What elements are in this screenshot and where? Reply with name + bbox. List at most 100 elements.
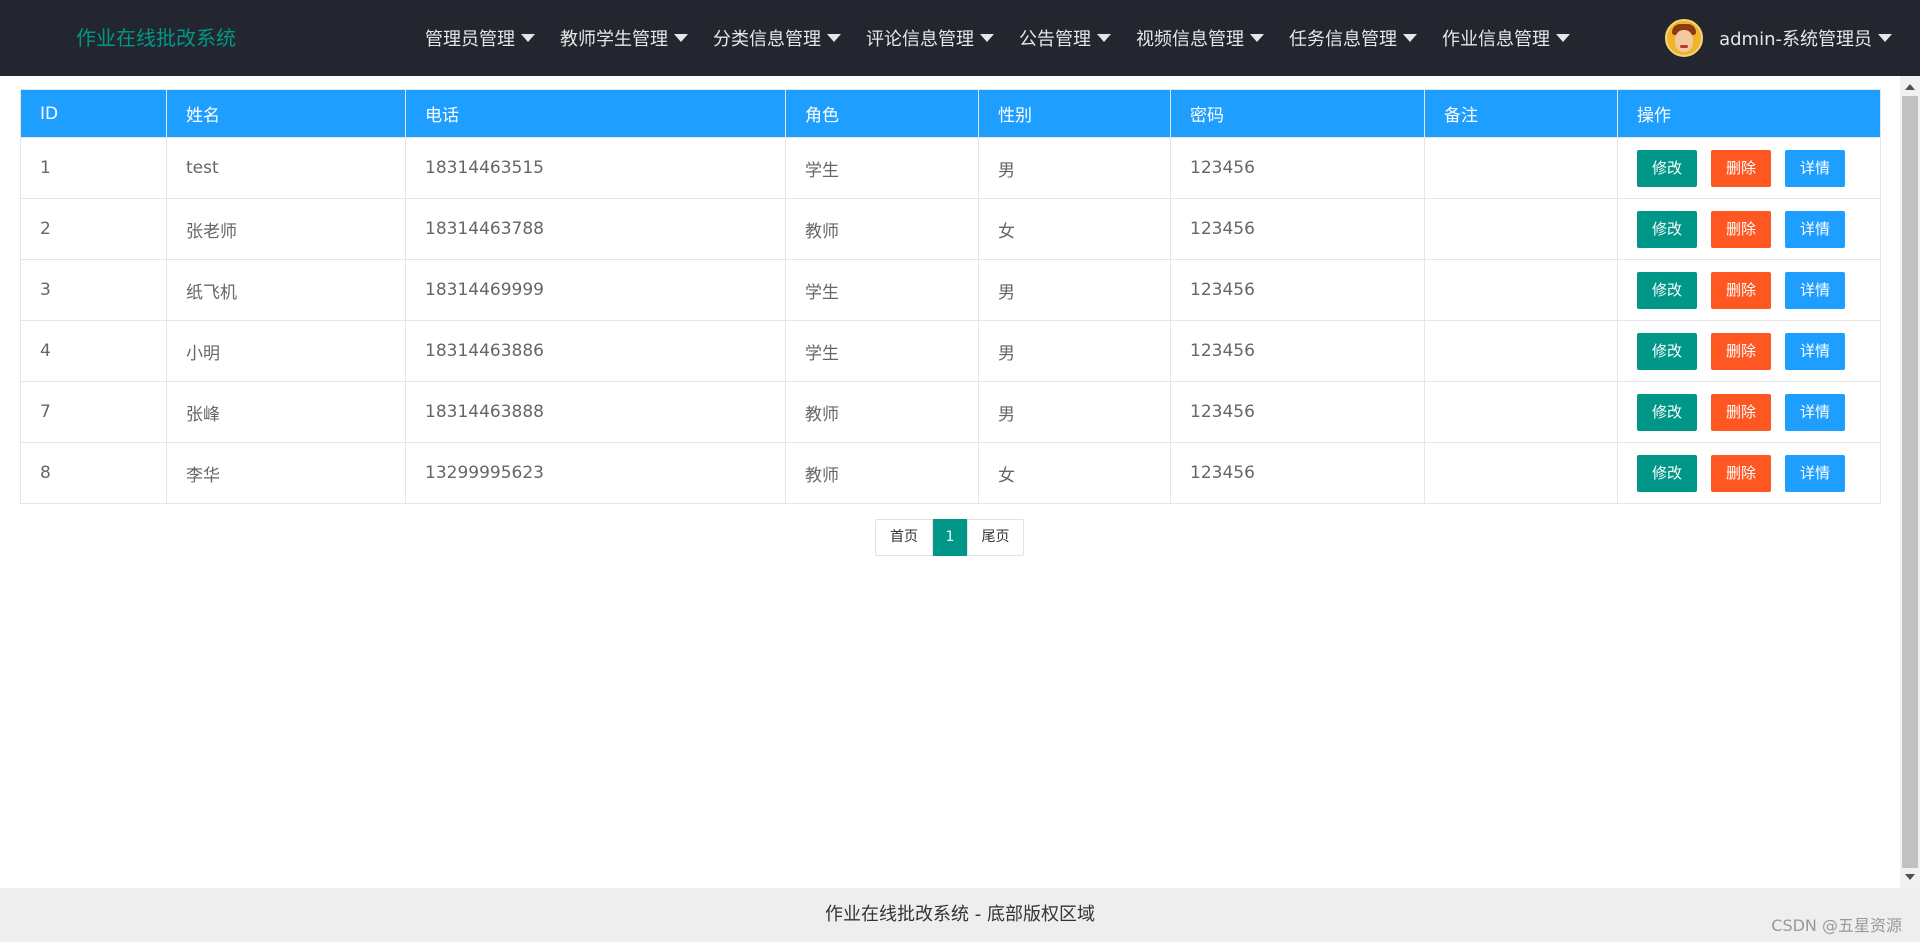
detail-button[interactable]: 详情 bbox=[1785, 149, 1846, 187]
cell-phone: 13299995623 bbox=[405, 442, 786, 504]
detail-button[interactable]: 详情 bbox=[1785, 454, 1846, 492]
cell-actions: 修改 删除 详情 bbox=[1617, 381, 1881, 443]
col-header-actions: 操作 bbox=[1617, 89, 1881, 138]
cell-remark bbox=[1424, 137, 1618, 199]
main-nav: 管理员管理 教师学生管理 分类信息管理 评论信息管理 公告管理 视频信息管理 任… bbox=[412, 0, 1582, 76]
caret-down-icon bbox=[1878, 34, 1892, 42]
cell-gender: 男 bbox=[978, 137, 1171, 199]
cell-phone: 18314463515 bbox=[405, 137, 786, 199]
avatar bbox=[1665, 19, 1704, 57]
col-header-role: 角色 bbox=[785, 89, 979, 138]
edit-button[interactable]: 修改 bbox=[1637, 332, 1698, 370]
user-table: ID 姓名 电话 角色 性别 密码 备注 操作 1 test 183144635… bbox=[20, 89, 1881, 504]
cell-password: 123456 bbox=[1170, 198, 1425, 260]
nav-item-teacher-student[interactable]: 教师学生管理 bbox=[547, 0, 700, 76]
delete-button[interactable]: 删除 bbox=[1711, 393, 1772, 431]
current-page-button[interactable]: 1 bbox=[933, 519, 967, 556]
cell-password: 123456 bbox=[1170, 320, 1425, 382]
cell-role: 学生 bbox=[785, 320, 979, 382]
detail-button[interactable]: 详情 bbox=[1785, 332, 1846, 370]
detail-button[interactable]: 详情 bbox=[1785, 271, 1846, 309]
cell-gender: 男 bbox=[978, 320, 1171, 382]
caret-down-icon bbox=[980, 34, 994, 42]
caret-down-icon bbox=[1097, 34, 1111, 42]
cell-phone: 18314463788 bbox=[405, 198, 786, 260]
delete-button[interactable]: 删除 bbox=[1711, 149, 1772, 187]
nav-item-label: 评论信息管理 bbox=[866, 29, 974, 50]
edit-button[interactable]: 修改 bbox=[1637, 149, 1698, 187]
cell-actions: 修改 删除 详情 bbox=[1617, 320, 1881, 382]
table-row: 8 李华 13299995623 教师 女 123456 修改 删除 详情 bbox=[20, 442, 1881, 504]
col-header-gender: 性别 bbox=[978, 89, 1171, 138]
detail-button[interactable]: 详情 bbox=[1785, 210, 1846, 248]
nav-item-comment[interactable]: 评论信息管理 bbox=[853, 0, 1006, 76]
delete-button[interactable]: 删除 bbox=[1711, 271, 1772, 309]
nav-item-label: 任务信息管理 bbox=[1289, 29, 1397, 50]
app-brand[interactable]: 作业在线批改系统 bbox=[76, 0, 236, 76]
cell-role: 教师 bbox=[785, 442, 979, 504]
last-page-button[interactable]: 尾页 bbox=[967, 519, 1024, 556]
cell-remark bbox=[1424, 320, 1618, 382]
user-menu[interactable]: admin-系统管理员 bbox=[1665, 0, 1892, 76]
nav-item-homework[interactable]: 作业信息管理 bbox=[1429, 0, 1582, 76]
nav-item-task[interactable]: 任务信息管理 bbox=[1276, 0, 1429, 76]
cell-role: 教师 bbox=[785, 198, 979, 260]
table-row: 3 纸飞机 18314469999 学生 男 123456 修改 删除 详情 bbox=[20, 259, 1881, 321]
nav-item-label: 教师学生管理 bbox=[560, 29, 668, 50]
caret-down-icon bbox=[1250, 34, 1264, 42]
cell-id: 3 bbox=[20, 259, 167, 321]
nav-item-label: 分类信息管理 bbox=[713, 29, 821, 50]
col-header-id: ID bbox=[20, 89, 167, 138]
cell-remark bbox=[1424, 442, 1618, 504]
cell-actions: 修改 删除 详情 bbox=[1617, 198, 1881, 260]
cell-name: 小明 bbox=[166, 320, 406, 382]
edit-button[interactable]: 修改 bbox=[1637, 210, 1698, 248]
cell-role: 学生 bbox=[785, 259, 979, 321]
col-header-remark: 备注 bbox=[1424, 89, 1618, 138]
col-header-phone: 电话 bbox=[405, 89, 786, 138]
cell-name: 张峰 bbox=[166, 381, 406, 443]
scroll-up-arrow-icon[interactable] bbox=[1905, 84, 1915, 90]
scroll-thumb[interactable] bbox=[1902, 96, 1918, 868]
col-header-name: 姓名 bbox=[166, 89, 406, 138]
nav-item-notice[interactable]: 公告管理 bbox=[1006, 0, 1123, 76]
cell-actions: 修改 删除 详情 bbox=[1617, 259, 1881, 321]
edit-button[interactable]: 修改 bbox=[1637, 393, 1698, 431]
table-row: 1 test 18314463515 学生 男 123456 修改 删除 详情 bbox=[20, 137, 1881, 199]
vertical-scrollbar[interactable] bbox=[1900, 76, 1920, 888]
nav-item-admin[interactable]: 管理员管理 bbox=[412, 0, 547, 76]
avatar-mouth bbox=[1680, 45, 1689, 48]
nav-item-category[interactable]: 分类信息管理 bbox=[700, 0, 853, 76]
cell-remark bbox=[1424, 381, 1618, 443]
cell-remark bbox=[1424, 198, 1618, 260]
nav-item-video[interactable]: 视频信息管理 bbox=[1123, 0, 1276, 76]
detail-button[interactable]: 详情 bbox=[1785, 393, 1846, 431]
cell-password: 123456 bbox=[1170, 442, 1425, 504]
delete-button[interactable]: 删除 bbox=[1711, 454, 1772, 492]
avatar-face bbox=[1675, 30, 1694, 52]
cell-name: 纸飞机 bbox=[166, 259, 406, 321]
table-row: 4 小明 18314463886 学生 男 123456 修改 删除 详情 bbox=[20, 320, 1881, 382]
cell-password: 123456 bbox=[1170, 381, 1425, 443]
cell-gender: 女 bbox=[978, 442, 1171, 504]
footer-text: 作业在线批改系统 - 底部版权区域 bbox=[825, 904, 1095, 925]
nav-item-label: 视频信息管理 bbox=[1136, 29, 1244, 50]
cell-actions: 修改 删除 详情 bbox=[1617, 137, 1881, 199]
col-header-password: 密码 bbox=[1170, 89, 1425, 138]
delete-button[interactable]: 删除 bbox=[1711, 210, 1772, 248]
edit-button[interactable]: 修改 bbox=[1637, 271, 1698, 309]
cell-id: 7 bbox=[20, 381, 167, 443]
nav-item-label: 管理员管理 bbox=[425, 29, 515, 50]
scroll-down-arrow-icon[interactable] bbox=[1905, 874, 1915, 880]
nav-item-label: 作业信息管理 bbox=[1442, 29, 1550, 50]
first-page-button[interactable]: 首页 bbox=[875, 519, 933, 556]
edit-button[interactable]: 修改 bbox=[1637, 454, 1698, 492]
caret-down-icon bbox=[1403, 34, 1417, 42]
cell-role: 学生 bbox=[785, 137, 979, 199]
delete-button[interactable]: 删除 bbox=[1711, 332, 1772, 370]
cell-gender: 男 bbox=[978, 381, 1171, 443]
cell-name: test bbox=[166, 137, 406, 199]
user-name: admin-系统管理员 bbox=[1719, 29, 1872, 50]
cell-gender: 男 bbox=[978, 259, 1171, 321]
caret-down-icon bbox=[521, 34, 535, 42]
